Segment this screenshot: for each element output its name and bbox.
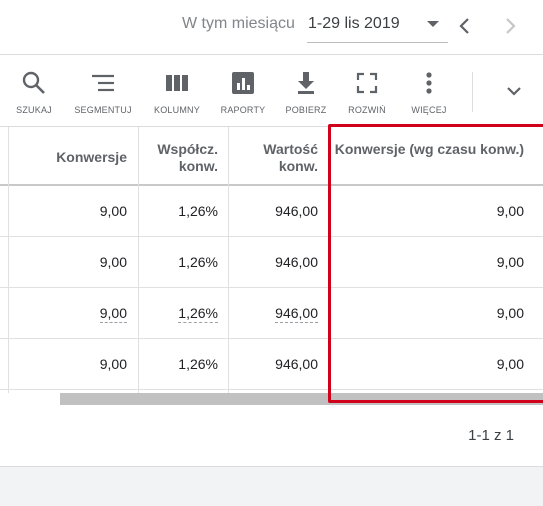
tool-label: RAPORTY [220,105,266,115]
cell-conv-rate: 1,26% [178,356,218,372]
cell-conv-value: 946,00 [275,356,318,372]
header-conv-value[interactable]: Wartość konw. [228,127,318,184]
date-range-bar: W tym miesiącu 1-29 lis 2019 [0,0,543,54]
chevron-down-icon[interactable] [502,79,526,103]
cell-conversions[interactable]: 9,00 [8,288,127,339]
column-divider [8,127,9,393]
tool-label: KOLUMNY [154,105,200,115]
segment-icon [89,69,117,97]
cell-conv-value-value[interactable]: 946,00 [275,304,318,323]
cell-conv-rate: 1,26% [178,203,218,219]
tool-label: SZUKAJ [16,105,52,115]
cell-conv-value: 946,00 [275,254,318,270]
header-conv-rate[interactable]: Współcz. konw. [138,127,218,184]
toolbar-divider [472,72,473,112]
cell-conv-rate[interactable]: 1,26% [138,288,218,339]
search-button[interactable]: SZUKAJ [8,55,60,127]
tool-label: POBIERZ [285,105,327,115]
chevron-left-icon[interactable] [453,12,477,40]
tool-label: SEGMENTUJ [74,105,132,115]
segment-button[interactable]: SEGMENTUJ [70,55,136,127]
table-toolbar: SZUKAJ SEGMENTUJ KOLUMNY RAPORTY POBIERZ… [0,55,543,127]
cell-conv-value: 946,00 [275,203,318,219]
expand-icon [353,69,381,97]
columns-button[interactable]: KOLUMNY [148,55,206,127]
highlight-box [328,124,543,403]
tool-label: ROZWIŃ [348,105,386,115]
cell-conv-rate-value[interactable]: 1,26% [178,304,218,323]
download-button[interactable]: POBIERZ [280,55,332,127]
cell-conversions: 9,00 [99,254,127,270]
cell-conversions-value[interactable]: 9,00 [99,304,127,323]
download-icon [292,69,320,97]
cell-conv-rate: 1,26% [178,254,218,270]
search-icon [20,69,48,97]
cell-conv-value[interactable]: 946,00 [228,288,318,339]
column-divider [138,127,139,393]
tool-label: WIĘCEJ [411,105,447,115]
column-divider [228,127,229,393]
page-footer [0,467,543,506]
more-button[interactable]: WIĘCEJ [403,55,455,127]
reports-button[interactable]: RAPORTY [216,55,270,127]
expand-button[interactable]: ROZWIŃ [341,55,393,127]
chevron-right-icon[interactable] [498,12,522,40]
more-icon [415,69,443,97]
date-period-label: W tym miesiącu [182,15,295,32]
columns-icon [163,69,191,97]
date-range-underline [307,42,448,43]
dropdown-arrow-icon[interactable] [427,21,439,27]
cell-conversions: 9,00 [99,356,127,372]
date-range-selector[interactable]: 1-29 lis 2019 [308,15,400,33]
cell-conversions: 9,00 [99,203,127,219]
header-conversions[interactable]: Konwersje [8,127,127,184]
reports-icon [229,69,257,97]
pagination-text: 1-1 z 1 [468,427,514,444]
